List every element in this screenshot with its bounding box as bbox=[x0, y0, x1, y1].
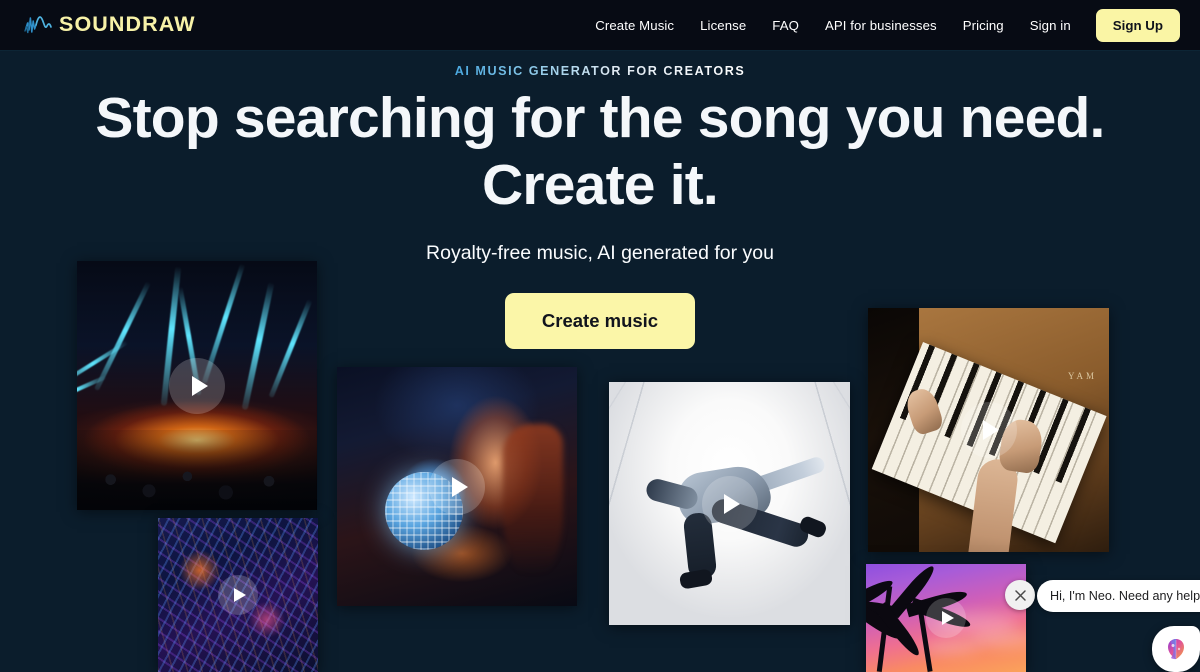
nav-sign-in[interactable]: Sign in bbox=[1017, 12, 1084, 39]
nav-license[interactable]: License bbox=[687, 12, 759, 39]
play-icon[interactable] bbox=[701, 475, 758, 532]
close-icon bbox=[1014, 589, 1026, 601]
nav-create-music[interactable]: Create Music bbox=[582, 12, 687, 39]
chat-greeting-text: Hi, I'm Neo. Need any help? bbox=[1050, 589, 1200, 603]
sign-up-button[interactable]: Sign Up bbox=[1095, 8, 1180, 42]
card-breakdancer[interactable] bbox=[609, 382, 850, 625]
primary-navigation: Create Music License FAQ API for busines… bbox=[582, 8, 1180, 42]
chat-launcher-button[interactable] bbox=[1152, 626, 1200, 672]
headline-line-2: Create it. bbox=[482, 153, 719, 217]
chat-close-button[interactable] bbox=[1005, 580, 1035, 610]
site-header: SOUNDRAW Create Music License FAQ API fo… bbox=[0, 0, 1200, 51]
brand-name: SOUNDRAW bbox=[59, 12, 196, 37]
card-disco-ball[interactable] bbox=[337, 367, 577, 606]
headline-line-1: Stop searching for the song you need. bbox=[95, 86, 1105, 150]
play-icon[interactable] bbox=[429, 458, 485, 515]
card-city-night[interactable] bbox=[158, 518, 318, 672]
play-icon[interactable] bbox=[218, 575, 258, 615]
brand-logo[interactable]: SOUNDRAW bbox=[24, 12, 196, 38]
hero-subheadline: Royalty-free music, AI generated for you bbox=[426, 242, 774, 264]
nav-api-for-businesses[interactable]: API for businesses bbox=[812, 12, 950, 39]
nav-pricing[interactable]: Pricing bbox=[950, 12, 1017, 39]
neo-brain-icon bbox=[1168, 639, 1184, 660]
play-icon[interactable] bbox=[926, 598, 966, 638]
waveform-icon bbox=[24, 16, 52, 34]
hero-cta-wrapper: Create music bbox=[0, 293, 1200, 349]
hero-eyebrow: AI MUSIC GENERATOR FOR CREATORS bbox=[454, 64, 746, 78]
play-icon[interactable] bbox=[960, 402, 1017, 458]
hero-section: AI MUSIC GENERATOR FOR CREATORS Stop sea… bbox=[0, 51, 1200, 349]
play-icon[interactable] bbox=[169, 357, 225, 414]
nav-faq[interactable]: FAQ bbox=[759, 12, 812, 39]
create-music-button[interactable]: Create music bbox=[504, 293, 696, 349]
card-sunset-palms[interactable] bbox=[866, 564, 1026, 672]
page-title: Stop searching for the song you need. Cr… bbox=[0, 90, 1200, 214]
chat-greeting-bubble[interactable]: Hi, I'm Neo. Need any help? bbox=[1037, 580, 1200, 612]
